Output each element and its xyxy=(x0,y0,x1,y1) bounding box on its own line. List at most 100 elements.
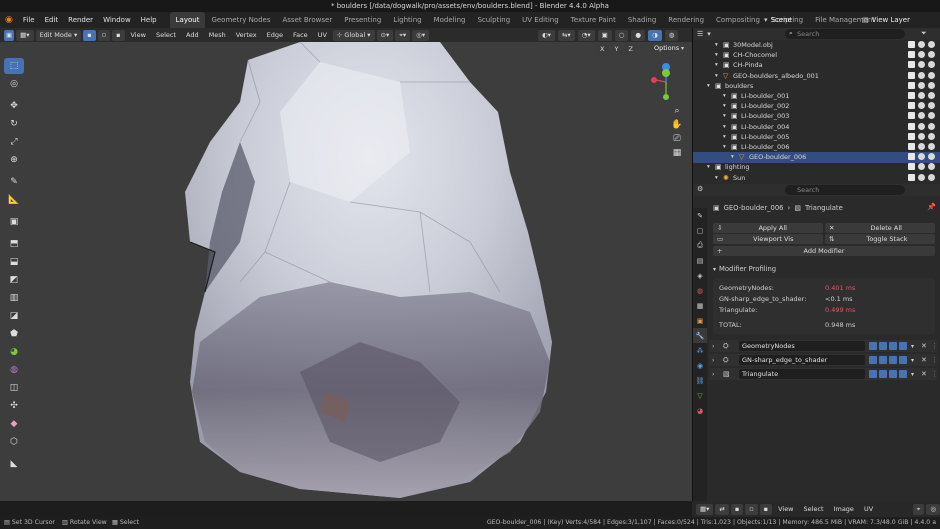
expand-chevron-icon[interactable]: ▾ xyxy=(723,91,726,102)
expand-chevron-icon[interactable]: ▾ xyxy=(723,122,726,133)
menu-face[interactable]: Face xyxy=(289,31,312,39)
bevel-tool-icon[interactable]: ◩ xyxy=(4,272,24,288)
outliner-row[interactable]: ▾ ▣ LI-boulder_003 xyxy=(693,111,940,122)
workspace-tab-geometry-nodes[interactable]: Geometry Nodes xyxy=(205,12,276,28)
tool-tab-icon[interactable]: ✎ xyxy=(693,208,707,223)
eye-icon[interactable] xyxy=(918,102,925,110)
menu-view[interactable]: View xyxy=(127,31,150,39)
workspace-tab-shading[interactable]: Shading xyxy=(622,12,662,28)
outliner-row[interactable]: ▾ ✺ Sun xyxy=(693,173,940,184)
outliner-row[interactable]: ▾ ▣ lighting xyxy=(693,162,940,173)
outliner-row[interactable]: ▾ ▽ GEO-boulder_006 xyxy=(693,152,940,163)
face-select-button[interactable]: ▪ xyxy=(112,29,125,41)
gizmo-y-axis[interactable] xyxy=(662,69,670,77)
mode-dropdown[interactable]: Edit Mode ▾ xyxy=(35,29,82,41)
menu-select[interactable]: Select xyxy=(152,31,180,39)
modifier-dropdown-icon[interactable]: ▾ xyxy=(911,357,914,364)
camera-render-icon[interactable] xyxy=(928,143,935,150)
eye-icon[interactable] xyxy=(918,163,925,171)
camera-render-icon[interactable] xyxy=(928,102,935,110)
collapse-chevron-icon[interactable]: › xyxy=(712,371,714,378)
workspace-tab-sculpting[interactable]: Sculpting xyxy=(471,12,516,28)
workspace-tab-lighting[interactable]: Lighting xyxy=(387,12,427,28)
modifier-name-field[interactable]: Triangulate xyxy=(739,369,865,379)
uv-proportional-icon[interactable]: ◎ xyxy=(926,503,940,515)
workspace-tab-rendering[interactable]: Rendering xyxy=(662,12,710,28)
workspace-tab-texture-paint[interactable]: Texture Paint xyxy=(565,12,622,28)
uv-sync-icon[interactable]: ⇄ xyxy=(715,503,729,515)
exclude-checkbox-icon[interactable] xyxy=(908,61,915,69)
uv-select-edge-icon[interactable]: ▫ xyxy=(745,503,758,515)
workspace-tab-layout[interactable]: Layout xyxy=(169,12,206,28)
uv-editor-type-icon[interactable]: ▦▾ xyxy=(696,503,714,515)
gizmo-neg-y-axis[interactable] xyxy=(663,94,669,100)
select-box-tool-icon[interactable]: ⬚ xyxy=(4,58,24,74)
edit-mode-toggle-icon[interactable] xyxy=(869,342,877,350)
exclude-checkbox-icon[interactable] xyxy=(908,71,915,79)
collapse-chevron-icon[interactable]: › xyxy=(712,357,714,364)
toggle-stack-button[interactable]: ⇅ Toggle Stack xyxy=(825,234,935,244)
eye-icon[interactable] xyxy=(918,61,925,69)
extrude-tool-icon[interactable]: ⬒ xyxy=(4,236,24,252)
camera-icon[interactable] xyxy=(899,370,907,378)
pan-hand-icon[interactable]: ✋ xyxy=(671,120,682,130)
blender-logo-icon[interactable]: ◉ xyxy=(0,12,18,28)
expand-chevron-icon[interactable]: ▾ xyxy=(723,111,726,122)
outliner-row[interactable]: ▾ ▣ CH-Pinda xyxy=(693,60,940,71)
knife-tool-icon[interactable]: ◪ xyxy=(4,308,24,324)
workspace-tab-presenting[interactable]: Presenting xyxy=(338,12,387,28)
options-button[interactable]: Options ▾ xyxy=(654,44,690,54)
expand-chevron-icon[interactable]: ▾ xyxy=(715,71,718,82)
object-tab-icon[interactable]: ▣ xyxy=(693,313,707,328)
menu-window[interactable]: Window xyxy=(98,12,136,28)
edge-slide-tool-icon[interactable]: ◫ xyxy=(4,380,24,396)
drag-handle-icon[interactable]: ⋮ xyxy=(931,356,938,364)
material-tab-icon[interactable]: ◕ xyxy=(693,403,707,418)
mirror-z-button[interactable]: Z xyxy=(624,44,637,55)
exclude-checkbox-icon[interactable] xyxy=(908,92,915,99)
show-in-render-icon[interactable] xyxy=(889,342,897,350)
uv-menu-uv[interactable]: UV xyxy=(860,505,877,513)
scene-selector[interactable]: ▾ Scene xyxy=(764,14,792,26)
gizmo-button[interactable]: ⇆▾ xyxy=(557,30,575,41)
spin-tool-icon[interactable]: ◕ xyxy=(4,344,24,360)
exclude-checkbox-icon[interactable] xyxy=(908,163,915,171)
delete-all-button[interactable]: ✕ Delete All xyxy=(825,223,935,233)
gizmo-x-axis[interactable] xyxy=(651,77,657,83)
camera-render-icon[interactable] xyxy=(928,71,935,79)
render-tab-icon[interactable]: ▢ xyxy=(693,223,707,238)
exclude-checkbox-icon[interactable] xyxy=(908,153,915,161)
show-in-viewport-icon[interactable] xyxy=(879,342,887,350)
camera-view-icon[interactable]: ⎚ xyxy=(673,134,680,144)
expand-chevron-icon[interactable]: ▾ xyxy=(723,101,726,112)
exclude-checkbox-icon[interactable] xyxy=(908,173,915,181)
camera-render-icon[interactable] xyxy=(928,132,935,140)
pivot-point-button[interactable]: ⊙▾ xyxy=(376,29,394,41)
edit-mode-toggle-icon[interactable] xyxy=(869,356,877,364)
menu-file[interactable]: File xyxy=(18,12,40,28)
expand-chevron-icon[interactable]: ▾ xyxy=(715,173,718,184)
camera-render-icon[interactable] xyxy=(928,92,935,99)
eye-icon[interactable] xyxy=(918,173,925,181)
remove-modifier-icon[interactable]: ✕ xyxy=(921,356,927,364)
modifier-panel[interactable]: › ⛭ GN-sharp_edge_to_shader ▾ ✕ ⋮ xyxy=(709,354,938,366)
uv-menu-image[interactable]: Image xyxy=(830,505,858,513)
eye-icon[interactable] xyxy=(918,112,925,120)
shrink-fatten-tool-icon[interactable]: ✣ xyxy=(4,398,24,414)
modifier-dropdown-icon[interactable]: ▾ xyxy=(911,343,914,350)
menu-add[interactable]: Add xyxy=(182,31,203,39)
uv-menu-view[interactable]: View xyxy=(774,505,797,513)
shading-solid-button[interactable]: ● xyxy=(631,30,646,41)
exclude-checkbox-icon[interactable] xyxy=(908,102,915,110)
workspace-tab-asset-browser[interactable]: Asset Browser xyxy=(276,12,338,28)
world-tab-icon[interactable]: ◍ xyxy=(693,283,707,298)
menu-edge[interactable]: Edge xyxy=(263,31,287,39)
uv-select-vert-icon[interactable]: ▪ xyxy=(730,503,744,515)
pin-icon[interactable]: 📌 xyxy=(927,203,936,211)
exclude-checkbox-icon[interactable] xyxy=(908,112,915,120)
proportional-edit-button[interactable]: ◎▾ xyxy=(412,29,430,41)
editor-type-button[interactable]: ▦▾ xyxy=(16,29,34,41)
viewport-vis-button[interactable]: ▭ Viewport Vis xyxy=(713,234,823,244)
output-tab-icon[interactable]: ⎙ xyxy=(693,238,707,253)
poly-build-tool-icon[interactable]: ⬟ xyxy=(4,326,24,342)
